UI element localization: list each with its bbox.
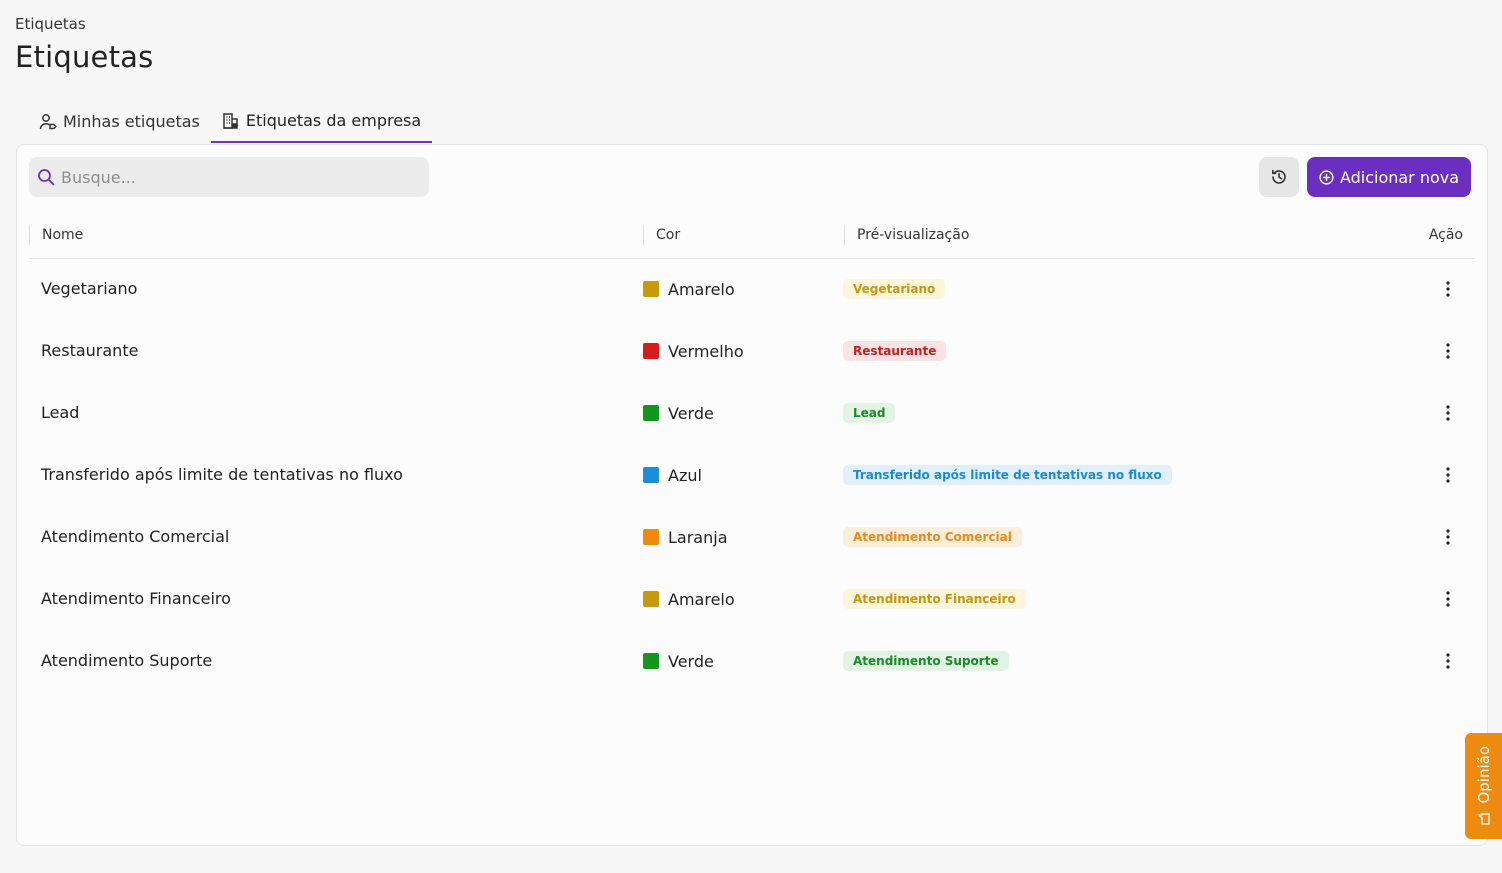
color-name: Verde (668, 651, 714, 671)
tag-preview-chip: Transferido após limite de tentativas no… (843, 465, 1172, 485)
table-row: Atendimento Financeiro Amarelo Atendimen… (29, 569, 1475, 631)
history-icon (1270, 168, 1288, 186)
tag-preview-cell: Restaurante (843, 321, 947, 383)
color-swatch (643, 405, 659, 421)
history-button[interactable] (1259, 157, 1299, 197)
user-tag-icon (39, 113, 57, 131)
table-row: Transferido após limite de tentativas no… (29, 445, 1475, 507)
tag-color: Amarelo (643, 259, 735, 321)
color-name: Azul (668, 465, 702, 485)
tab-label: Etiquetas da empresa (245, 111, 422, 130)
building-icon (222, 112, 240, 130)
tag-color: Amarelo (643, 569, 735, 631)
color-name: Laranja (668, 527, 728, 547)
more-vertical-icon (1446, 343, 1450, 359)
more-vertical-icon (1446, 653, 1450, 669)
row-actions-button[interactable] (1437, 402, 1459, 424)
tag-preview-cell: Atendimento Financeiro (843, 569, 1026, 631)
more-vertical-icon (1446, 591, 1450, 607)
add-new-button[interactable]: Adicionar nova (1307, 157, 1471, 197)
column-header-color[interactable]: Cor (643, 225, 680, 245)
feedback-button[interactable]: Opinião (1465, 733, 1502, 839)
tag-preview-chip: Vegetariano (843, 279, 946, 299)
row-actions-button[interactable] (1437, 340, 1459, 362)
tab-minhas-etiquetas[interactable]: Minhas etiquetas (28, 100, 211, 143)
column-header-action: Ação (1428, 227, 1463, 243)
tag-name: Atendimento Comercial (41, 527, 230, 546)
tags-card: Adicionar nova Nome Cor Pré-visualização… (16, 144, 1488, 846)
chat-icon (1476, 812, 1491, 826)
color-name: Amarelo (668, 279, 735, 299)
page-title: Etiquetas (15, 40, 154, 74)
color-swatch (643, 529, 659, 545)
column-header-name[interactable]: Nome (29, 225, 83, 245)
color-swatch (643, 591, 659, 607)
row-actions-button[interactable] (1437, 278, 1459, 300)
tab-bar: Minhas etiquetas Etiquetas da empresa (28, 100, 433, 144)
search-box (29, 157, 429, 197)
color-name: Vermelho (668, 341, 744, 361)
column-header-preview[interactable]: Pré-visualização (844, 225, 969, 245)
more-vertical-icon (1446, 529, 1450, 545)
color-swatch (643, 281, 659, 297)
search-input[interactable] (61, 167, 401, 187)
color-name: Amarelo (668, 589, 735, 609)
tag-preview-chip: Restaurante (843, 341, 947, 361)
tag-color: Vermelho (643, 321, 744, 383)
color-name: Verde (668, 403, 714, 423)
tag-color: Azul (643, 445, 702, 507)
tag-name: Lead (41, 403, 80, 422)
row-actions-button[interactable] (1437, 650, 1459, 672)
row-actions-button[interactable] (1437, 464, 1459, 486)
breadcrumb: Etiquetas (15, 15, 86, 33)
tag-preview-chip: Atendimento Comercial (843, 527, 1022, 547)
tag-color: Verde (643, 631, 714, 693)
tag-name: Atendimento Financeiro (41, 589, 231, 608)
tag-color: Verde (643, 383, 714, 445)
search-icon (37, 168, 55, 186)
tag-preview-cell: Atendimento Comercial (843, 507, 1022, 569)
tag-name: Transferido após limite de tentativas no… (41, 465, 403, 484)
more-vertical-icon (1446, 405, 1450, 421)
tag-preview-cell: Vegetariano (843, 259, 946, 321)
table-row: Atendimento Suporte Verde Atendimento Su… (29, 631, 1475, 693)
tag-color: Laranja (643, 507, 728, 569)
tag-name: Atendimento Suporte (41, 651, 213, 670)
table-row: Vegetariano Amarelo Vegetariano (29, 259, 1475, 321)
table-row: Atendimento Comercial Laranja Atendiment… (29, 507, 1475, 569)
color-swatch (643, 467, 659, 483)
color-swatch (643, 343, 659, 359)
table-body: Vegetariano Amarelo Vegetariano Restaura… (29, 259, 1475, 693)
add-new-label: Adicionar nova (1339, 167, 1460, 187)
tab-label: Minhas etiquetas (63, 112, 200, 131)
feedback-label: Opinião (1474, 746, 1493, 804)
color-swatch (643, 653, 659, 669)
row-actions-button[interactable] (1437, 588, 1459, 610)
plus-circle-icon (1319, 169, 1334, 185)
table-row: Restaurante Vermelho Restaurante (29, 321, 1475, 383)
tag-preview-cell: Lead (843, 383, 896, 445)
tag-name: Vegetariano (41, 279, 138, 298)
tag-preview-chip: Lead (843, 403, 896, 423)
tag-preview-cell: Atendimento Suporte (843, 631, 1009, 693)
tag-name: Restaurante (41, 341, 139, 360)
tag-preview-chip: Atendimento Suporte (843, 651, 1009, 671)
more-vertical-icon (1446, 467, 1450, 483)
row-actions-button[interactable] (1437, 526, 1459, 548)
more-vertical-icon (1446, 281, 1450, 297)
table-header: Nome Cor Pré-visualização Ação (29, 215, 1475, 259)
tab-etiquetas-da-empresa[interactable]: Etiquetas da empresa (210, 100, 433, 143)
tag-preview-cell: Transferido após limite de tentativas no… (843, 445, 1172, 507)
tag-preview-chip: Atendimento Financeiro (843, 589, 1026, 609)
table-row: Lead Verde Lead (29, 383, 1475, 445)
